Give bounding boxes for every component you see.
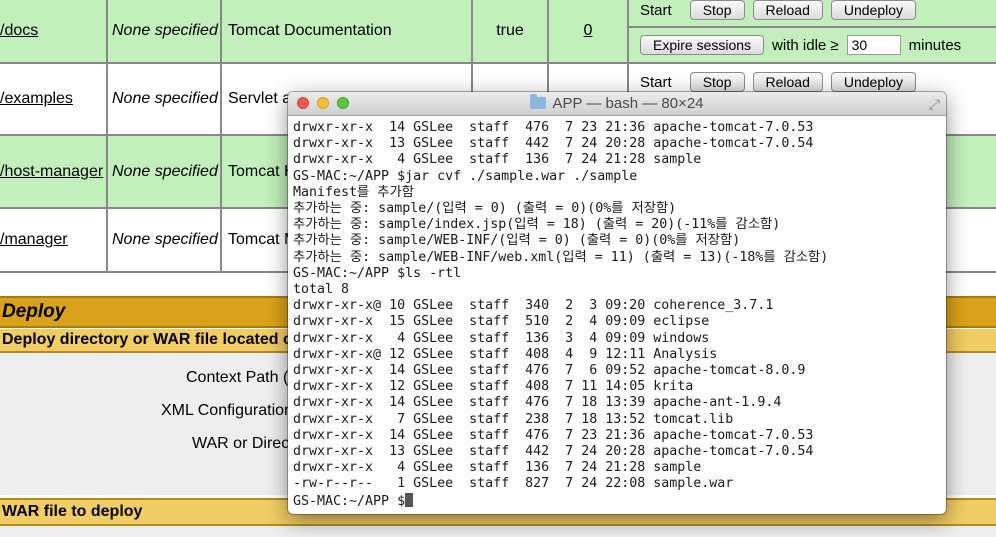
terminal-line: -rw-r--r-- 1 GSLee staff 827 7 24 22:08 … <box>293 476 734 492</box>
terminal-prompt-line[interactable]: GS-MAC:~/APP $ <box>293 492 828 510</box>
terminal-line: drwxr-xr-x 14 GSLee staff 476 7 6 09:52 … <box>293 363 806 379</box>
stop-button[interactable]: Stop <box>689 0 745 20</box>
terminal-line: drwxr-xr-x 13 GSLee staff 442 7 24 20:28… <box>293 136 814 152</box>
terminal-line: drwxr-xr-x@ 12 GSLee staff 408 4 9 12:11… <box>293 346 718 362</box>
terminal-line: drwxr-xr-x 4 GSLee staff 136 3 4 09:09 w… <box>293 330 710 346</box>
reload-button[interactable]: Reload <box>752 72 823 92</box>
terminal-line: drwxr-xr-x 4 GSLee staff 136 7 24 21:28 … <box>293 152 702 168</box>
app-version: None specified <box>112 22 218 39</box>
terminal-line: drwxr-xr-x 14 GSLee staff 476 7 18 13:39… <box>293 395 782 411</box>
expire-sessions-row: Expire sessions with idle ≥ 30 minutes <box>640 33 961 57</box>
fullscreen-icon[interactable]: ⤢ <box>929 96 940 113</box>
with-idle-label: with idle ≥ <box>772 36 839 54</box>
app-row-docs: /docs None specified Tomcat Documentatio… <box>0 0 996 64</box>
undeploy-button[interactable]: Undeploy <box>830 0 917 20</box>
start-button[interactable]: Start <box>640 2 672 19</box>
app-commands: Start Stop Reload Undeploy <box>640 0 924 20</box>
terminal-line: drwxr-xr-x 12 GSLee staff 408 7 11 14:05… <box>293 379 694 395</box>
terminal-window[interactable]: APP — bash — 80×24 ⤢ drwxr-xr-x 14 GSLee… <box>288 92 946 514</box>
app-display-name: Tomcat Documentation <box>228 22 392 39</box>
terminal-prompt: GS-MAC:~/APP $ <box>293 493 406 509</box>
app-display-name: Servlet a <box>228 90 292 107</box>
app-sessions-link[interactable]: 0 <box>584 22 593 40</box>
app-path-link[interactable]: /docs <box>0 22 38 40</box>
terminal-cursor <box>405 492 414 507</box>
terminal-line: drwxr-xr-x 14 GSLee staff 476 7 23 21:36… <box>293 427 814 443</box>
terminal-line: GS-MAC:~/APP $jar cvf ./sample.war ./sam… <box>293 168 638 184</box>
terminal-line: 추가하는 중: sample/(입력 = 0) (출력 = 0)(0%를 저장함… <box>293 201 677 217</box>
app-commands: Start Stop Reload Undeploy <box>640 72 924 92</box>
stop-button[interactable]: Stop <box>689 72 745 92</box>
terminal-line: 추가하는 중: sample/WEB-INF/web.xml(입력 = 11) … <box>293 249 829 265</box>
xml-config-label: XML Configuration <box>161 402 293 419</box>
app-version: None specified <box>112 90 218 107</box>
app-version: None specified <box>112 231 218 248</box>
terminal-title-text: APP — bash — 80×24 <box>552 95 704 112</box>
app-display-name: Tomcat M <box>228 231 298 248</box>
app-running-status: true <box>496 22 524 39</box>
context-path-label: Context Path (r <box>186 369 294 386</box>
reload-button[interactable]: Reload <box>752 0 823 20</box>
app-path-link[interactable]: /manager <box>0 231 68 249</box>
app-path-link[interactable]: /host-manager <box>0 163 103 181</box>
minutes-label: minutes <box>908 36 962 54</box>
terminal-output[interactable]: drwxr-xr-x 14 GSLee staff 476 7 23 21:36… <box>293 120 828 510</box>
terminal-line: drwxr-xr-x 15 GSLee staff 510 2 4 09:09 … <box>293 314 710 330</box>
app-display-name: Tomcat H <box>228 162 296 180</box>
terminal-line: GS-MAC:~/APP $ls -rtl <box>293 265 462 281</box>
terminal-line: 추가하는 중: sample/index.jsp(입력 = 18) (출력 = … <box>293 217 781 233</box>
terminal-line: drwxr-xr-x@ 10 GSLee staff 340 2 3 09:20… <box>293 298 774 314</box>
folder-icon <box>530 94 547 109</box>
terminal-titlebar[interactable]: APP — bash — 80×24 ⤢ <box>288 92 946 116</box>
terminal-line: drwxr-xr-x 4 GSLee staff 136 7 24 21:28 … <box>293 460 702 476</box>
terminal-line: drwxr-xr-x 13 GSLee staff 442 7 24 20:28… <box>293 444 814 460</box>
terminal-line: Manifest를 추가함 <box>293 184 414 200</box>
app-path-link[interactable]: /examples <box>0 90 73 108</box>
start-button[interactable]: Start <box>640 74 672 91</box>
idle-minutes-input[interactable]: 30 <box>846 35 901 55</box>
terminal-line: 추가하는 중: sample/WEB-INF/(입력 = 0) (출력 = 0)… <box>293 233 741 249</box>
undeploy-button[interactable]: Undeploy <box>830 72 917 92</box>
terminal-line: drwxr-xr-x 14 GSLee staff 476 7 23 21:36… <box>293 120 814 135</box>
terminal-line: drwxr-xr-x 7 GSLee staff 238 7 18 13:52 … <box>293 411 734 427</box>
terminal-line: total 8 <box>293 282 350 298</box>
expire-sessions-button[interactable]: Expire sessions <box>640 35 765 55</box>
war-or-directory-label: WAR or Direct <box>192 435 294 452</box>
terminal-title: APP — bash — 80×24 <box>288 94 946 112</box>
app-version: None specified <box>112 162 218 180</box>
